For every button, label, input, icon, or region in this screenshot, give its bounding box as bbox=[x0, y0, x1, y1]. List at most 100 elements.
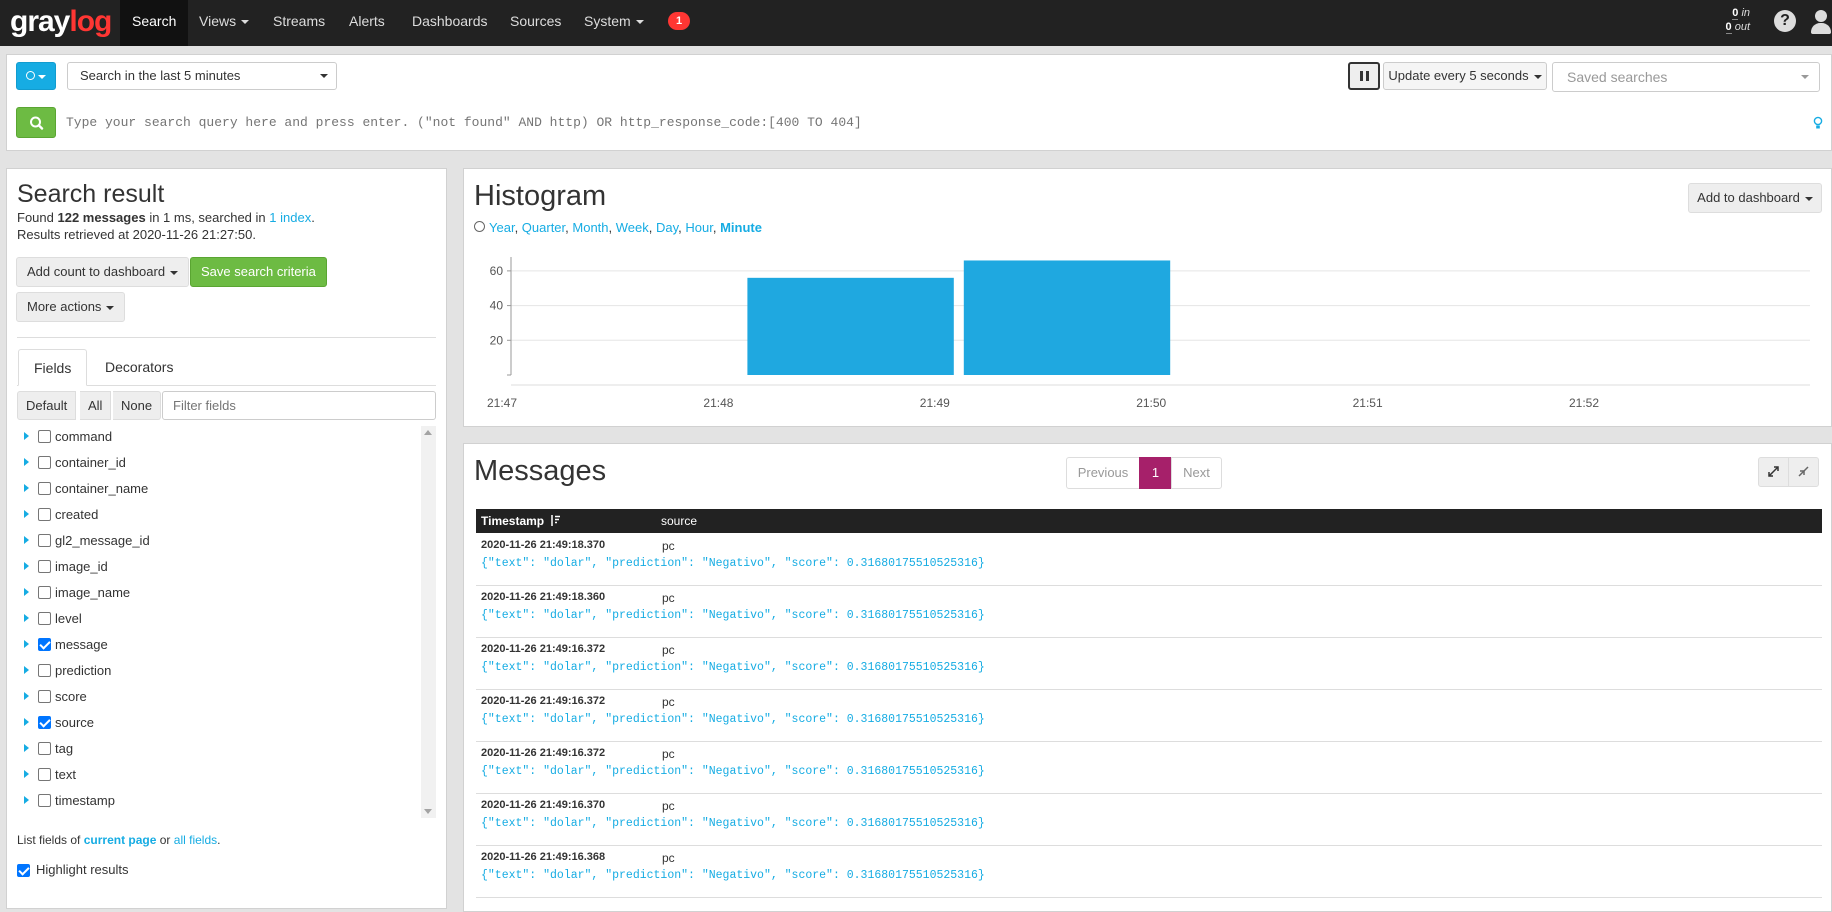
tab-decorators[interactable]: Decorators bbox=[90, 349, 188, 386]
caret-right-icon[interactable] bbox=[24, 562, 29, 570]
field-checkbox[interactable] bbox=[38, 560, 51, 573]
nav-views[interactable]: Views bbox=[187, 0, 261, 46]
pagination-next[interactable]: Next bbox=[1171, 457, 1222, 489]
caret-right-icon[interactable] bbox=[24, 770, 29, 778]
table-row[interactable]: 2020-11-26 21:49:18.370 pc {"text": "dolar… bbox=[476, 534, 1822, 586]
field-checkbox[interactable] bbox=[38, 482, 51, 495]
nav-sources[interactable]: Sources bbox=[498, 0, 573, 46]
field-checkbox[interactable] bbox=[38, 716, 51, 729]
resolution-quarter[interactable]: Quarter bbox=[522, 220, 565, 235]
field-checkbox[interactable] bbox=[38, 742, 51, 755]
pagination-previous[interactable]: Previous bbox=[1066, 457, 1140, 489]
add-count-to-dashboard-button[interactable]: Add count to dashboard bbox=[16, 257, 190, 287]
field-checkbox[interactable] bbox=[38, 638, 51, 651]
table-row[interactable]: 2020-11-26 21:49:16.370 pc {"text": "dolar… bbox=[476, 794, 1822, 846]
field-checkbox[interactable] bbox=[38, 768, 51, 781]
field-list-scrollbar[interactable] bbox=[421, 426, 436, 818]
table-row[interactable]: 2020-11-26 21:49:16.372 pc {"text": "dolar… bbox=[476, 690, 1822, 742]
search-query-input[interactable] bbox=[66, 107, 1806, 138]
question-circle-icon[interactable]: ? bbox=[1774, 10, 1796, 32]
result-summary: Found 122 messages in 1 ms, searched in … bbox=[17, 210, 315, 225]
caret-right-icon[interactable] bbox=[24, 432, 29, 440]
field-checkbox[interactable] bbox=[38, 586, 51, 599]
fields-default-button[interactable]: Default bbox=[17, 391, 77, 420]
table-row[interactable]: 2020-11-26 21:49:18.360 pc {"text": "dolar… bbox=[476, 586, 1822, 638]
caret-right-icon[interactable] bbox=[24, 484, 29, 492]
logo-part-gray: gray bbox=[10, 5, 70, 38]
sort-amount-desc-icon[interactable] bbox=[550, 510, 561, 534]
field-checkbox[interactable] bbox=[38, 534, 51, 547]
caret-right-icon[interactable] bbox=[24, 458, 29, 466]
nav-alerts[interactable]: Alerts bbox=[337, 0, 397, 46]
expand-button[interactable] bbox=[1758, 457, 1789, 487]
caret-right-icon[interactable] bbox=[24, 666, 29, 674]
resolution-week[interactable]: Week bbox=[616, 220, 649, 235]
table-row[interactable]: 2020-11-26 21:49:16.372 pc {"text": "dolar… bbox=[476, 742, 1822, 794]
field-checkbox[interactable] bbox=[38, 456, 51, 469]
user-icon[interactable] bbox=[1810, 10, 1832, 34]
table-row[interactable]: 2020-11-26 21:49:16.372 pc {"text": "dolar… bbox=[476, 638, 1822, 690]
highlight-results-checkbox[interactable] bbox=[17, 864, 30, 877]
filter-fields-input[interactable] bbox=[162, 391, 436, 420]
field-checkbox[interactable] bbox=[38, 508, 51, 521]
caret-right-icon[interactable] bbox=[24, 536, 29, 544]
graylog-logo[interactable]: graylog bbox=[10, 5, 112, 40]
more-actions-label: More actions bbox=[27, 299, 102, 314]
more-actions-button[interactable]: More actions bbox=[16, 292, 126, 322]
caret-right-icon[interactable] bbox=[24, 510, 29, 518]
nav-streams[interactable]: Streams bbox=[261, 0, 337, 46]
caret-right-icon[interactable] bbox=[24, 588, 29, 596]
column-header-source[interactable]: source bbox=[661, 509, 697, 533]
notification-badge[interactable]: 1 bbox=[668, 12, 690, 30]
index-link[interactable]: 1 index bbox=[269, 210, 311, 225]
field-name: score bbox=[55, 689, 87, 704]
caret-right-icon[interactable] bbox=[24, 640, 29, 648]
pagination-current-page[interactable]: 1 bbox=[1139, 457, 1172, 489]
time-range-type-button[interactable] bbox=[16, 62, 56, 90]
resolution-year[interactable]: Year bbox=[489, 220, 515, 235]
scroll-down-icon[interactable] bbox=[424, 809, 432, 814]
field-checkbox[interactable] bbox=[38, 794, 51, 807]
resolution-hour[interactable]: Hour bbox=[685, 220, 712, 235]
message-body: {"text": "dolar", "prediction": "Negativ… bbox=[481, 817, 985, 830]
field-checkbox[interactable] bbox=[38, 664, 51, 677]
search-submit-button[interactable] bbox=[16, 107, 56, 138]
nav-search[interactable]: Search bbox=[120, 0, 189, 46]
top-navbar: graylog Search Views Streams Alerts Dash… bbox=[0, 0, 1832, 46]
compress-button[interactable] bbox=[1788, 457, 1819, 487]
caret-right-icon[interactable] bbox=[24, 614, 29, 622]
table-row[interactable]: 2020-11-26 21:49:16.368 pc {"text": "dolar… bbox=[476, 846, 1822, 898]
pause-refresh-button[interactable] bbox=[1348, 62, 1380, 90]
tab-fields[interactable]: Fields bbox=[18, 349, 88, 386]
caret-right-icon[interactable] bbox=[24, 692, 29, 700]
lightbulb-icon[interactable] bbox=[1813, 116, 1823, 130]
current-page-link[interactable]: current page bbox=[84, 833, 157, 847]
x-tick-label: 21:51 bbox=[1353, 396, 1383, 410]
field-checkbox[interactable] bbox=[38, 612, 51, 625]
resolution-month[interactable]: Month bbox=[572, 220, 608, 235]
column-header-timestamp[interactable]: Timestamp bbox=[481, 509, 561, 534]
results-retrieved-text: Results retrieved at 2020-11-26 21:27:50… bbox=[17, 227, 256, 242]
fields-all-button[interactable]: All bbox=[80, 391, 112, 420]
field-checkbox[interactable] bbox=[38, 690, 51, 703]
resolution-day[interactable]: Day bbox=[656, 220, 678, 235]
scroll-up-icon[interactable] bbox=[424, 430, 432, 435]
add-to-dashboard-button[interactable]: Add to dashboard bbox=[1688, 183, 1822, 213]
nav-system[interactable]: System bbox=[572, 0, 656, 46]
caret-right-icon[interactable] bbox=[24, 796, 29, 804]
caret-right-icon[interactable] bbox=[24, 718, 29, 726]
time-range-select[interactable]: Search in the last 5 minutes bbox=[67, 62, 337, 90]
save-search-criteria-button[interactable]: Save search criteria bbox=[190, 257, 327, 287]
resolution-minute[interactable]: Minute bbox=[720, 220, 762, 235]
chevron-down-icon bbox=[635, 20, 644, 25]
fields-none-button[interactable]: None bbox=[113, 391, 162, 420]
caret-right-icon[interactable] bbox=[24, 744, 29, 752]
nav-dashboards[interactable]: Dashboards bbox=[400, 0, 500, 46]
refresh-interval-dropdown[interactable]: Update every 5 seconds bbox=[1383, 62, 1547, 90]
saved-searches-select[interactable]: Saved searches bbox=[1552, 62, 1820, 92]
field-checkbox[interactable] bbox=[38, 430, 51, 443]
message-body: {"text": "dolar", "prediction": "Negativ… bbox=[481, 609, 985, 622]
all-fields-link[interactable]: all fields bbox=[174, 833, 217, 847]
throughput-indicator[interactable]: 0 in 0 out bbox=[1716, 6, 1750, 34]
field-name: container_id bbox=[55, 455, 126, 470]
